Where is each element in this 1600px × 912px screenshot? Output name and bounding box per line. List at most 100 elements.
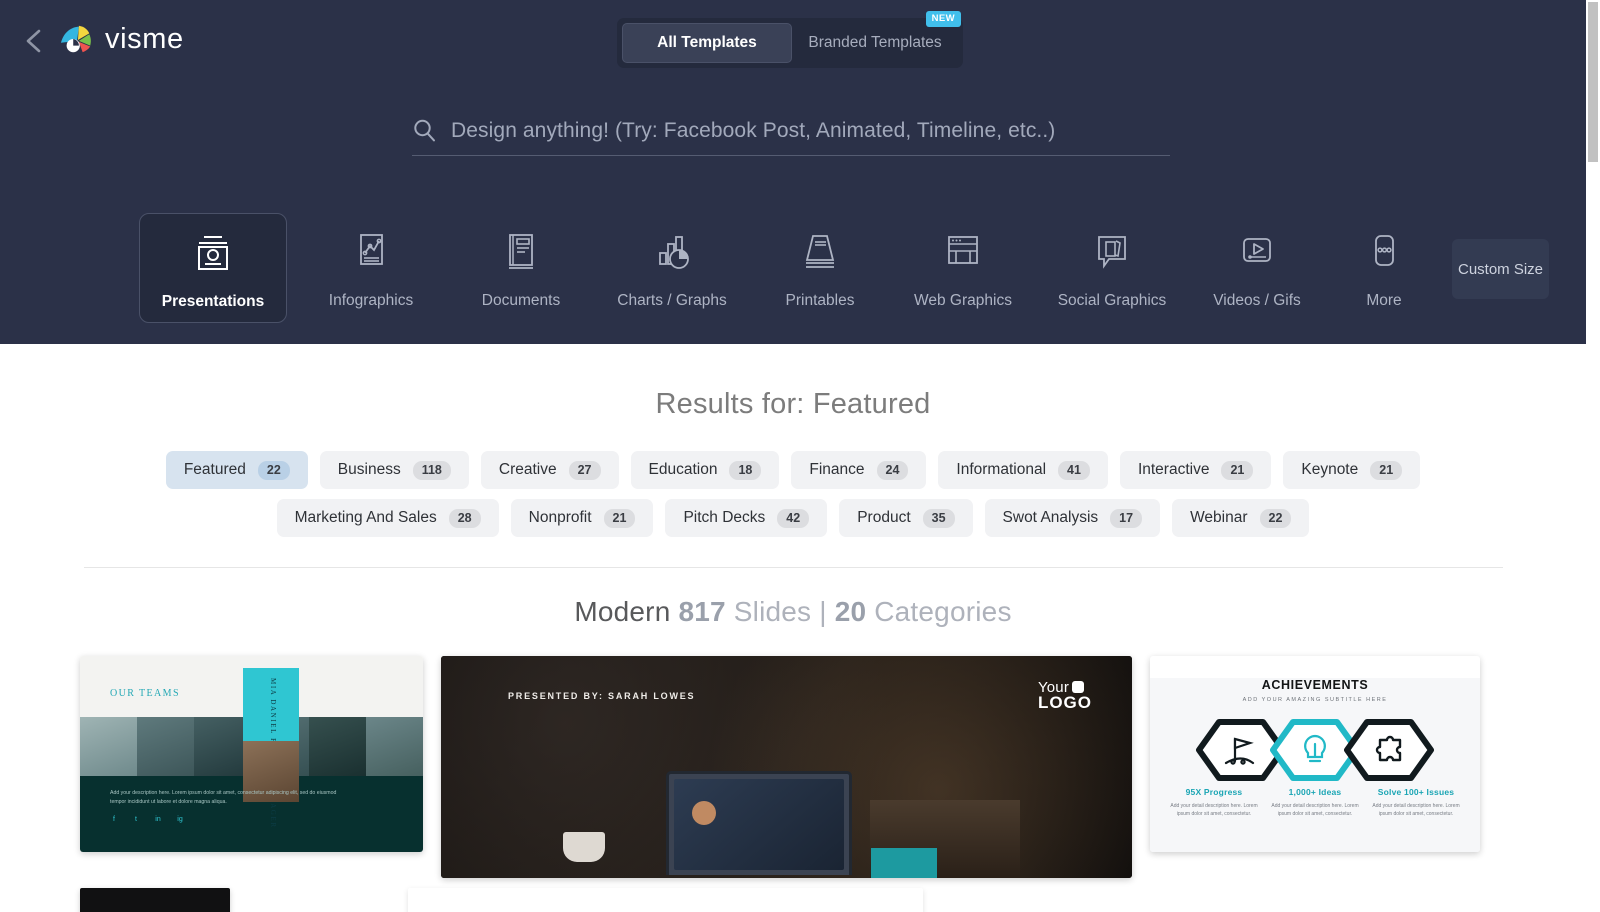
category-videos-gifs-label: Videos / Gifs [1213, 292, 1301, 309]
template-thumbnail-grid: OUR TEAMS MIA DANIEL PROJECT MANAGER [0, 656, 1586, 878]
social-icons-row: f t in ig [110, 816, 184, 824]
results-title: Results for: Featured [655, 388, 931, 420]
page-scrollbar-thumb[interactable] [1588, 2, 1598, 162]
infographic-chart-icon [346, 227, 396, 279]
template-card-presented-by[interactable]: PRESENTED BY: SARAH LOWES Your LOGO [441, 656, 1132, 878]
header-top-bar: visme All Templates Branded Templates NE… [0, 0, 1586, 84]
filter-chip-label: Education [648, 461, 718, 478]
team-photo [80, 717, 138, 776]
filter-chip-count: 21 [1221, 460, 1254, 480]
tab-all-templates-label: All Templates [657, 34, 757, 51]
category-web-graphics-label: Web Graphics [914, 292, 1012, 309]
back-arrow-icon[interactable] [22, 26, 46, 56]
achievements-subtitle: ADD YOUR AMAZING SUBTITLE HERE [1242, 697, 1388, 703]
category-documents[interactable]: Documents [447, 213, 595, 323]
filter-chip-marketing-and-sales[interactable]: Marketing And Sales 28 [276, 499, 499, 537]
category-presentations[interactable]: Presentations [139, 213, 287, 323]
category-infographics[interactable]: Infographics [297, 213, 445, 323]
filter-chip-count: 21 [1370, 460, 1403, 480]
filter-chip-creative[interactable]: Creative 27 [480, 451, 619, 489]
category-documents-label: Documents [481, 292, 561, 309]
filter-chip-label: Interactive [1137, 461, 1210, 478]
filter-chip-informational[interactable]: Informational 41 [938, 451, 1108, 489]
search-bar[interactable]: Design anything! (Try: Facebook Post, An… [412, 118, 1170, 156]
template-card-achievements[interactable]: ACHIEVEMENTS ADD YOUR AMAZING SUBTITLE H… [1150, 656, 1480, 852]
filter-chip-count: 35 [922, 508, 955, 528]
category-more[interactable]: More [1310, 213, 1458, 323]
template-grid-next-row [0, 888, 1586, 912]
category-social-graphics-label: Social Graphics [1057, 292, 1167, 309]
filter-chip-label: Marketing And Sales [294, 509, 437, 526]
filter-chip-count: 42 [777, 508, 810, 528]
achievement-item: Solve 100+ Issues Add your detail descri… [1368, 787, 1464, 818]
featured-member-accent: MIA DANIEL PROJECT MANAGER [243, 668, 299, 829]
our-teams-description: Add your description here. Lorem ipsum d… [110, 790, 337, 805]
template-card-partial[interactable] [408, 888, 923, 912]
printable-icon [795, 227, 845, 279]
twitter-icon: t [135, 816, 137, 823]
filter-chip-count: 18 [729, 460, 762, 480]
filter-chip-keynote[interactable]: Keynote 21 [1283, 451, 1421, 489]
instagram-icon: ig [177, 816, 183, 823]
template-mode-tabs: All Templates Branded Templates NEW [617, 11, 963, 68]
logo-square-icon [1072, 681, 1085, 693]
laptop-graphic [665, 771, 852, 876]
search-icon [412, 118, 437, 143]
filter-chip-pitch-decks[interactable]: Pitch Decks 42 [665, 499, 828, 537]
presentation-icon [188, 228, 238, 280]
filter-chip-label: Creative [498, 461, 557, 478]
laptop-screen [673, 779, 844, 871]
teal-accent-bar [871, 848, 937, 878]
video-play-icon [1232, 227, 1282, 279]
filter-chip-label: Webinar [1190, 509, 1248, 526]
section-categories-label: Categories [874, 596, 1012, 627]
filter-chip-finance[interactable]: Finance 24 [791, 451, 927, 489]
page-scrollbar[interactable] [1586, 0, 1600, 912]
filter-chip-product[interactable]: Product 35 [839, 499, 973, 537]
filter-chip-count: 28 [448, 508, 481, 528]
filter-chip-count: 24 [876, 460, 909, 480]
achievement-body: Add your detail description here. Lorem … [1372, 803, 1460, 817]
presented-by-thumbnail: PRESENTED BY: SARAH LOWES Your LOGO [441, 656, 1132, 878]
template-card-partial[interactable] [80, 888, 230, 912]
team-photo [137, 717, 195, 776]
facebook-icon: f [113, 816, 115, 823]
achievements-hex-row [1150, 717, 1480, 783]
filter-chip-label: Featured [183, 461, 246, 478]
filter-chip-business[interactable]: Business 118 [319, 451, 469, 489]
filter-chip-count: 22 [1259, 508, 1292, 528]
filter-chip-label: Keynote [1301, 461, 1359, 478]
filter-chip-count: 41 [1058, 460, 1090, 480]
filter-chip-interactive[interactable]: Interactive 21 [1119, 451, 1272, 489]
tab-all-templates[interactable]: All Templates [622, 23, 792, 63]
category-web-graphics[interactable]: Web Graphics [889, 213, 1037, 323]
achievement-body: Add your detail description here. Lorem … [1170, 803, 1258, 817]
logo-line-2: LOGO [1037, 693, 1092, 712]
achievement-title: 1,000+ Ideas [1288, 787, 1342, 797]
filter-chip-featured[interactable]: Featured 22 [165, 451, 308, 489]
section-slides-count: 817 [678, 596, 726, 627]
brand-logo-group[interactable]: visme [58, 22, 184, 56]
category-charts-graphs[interactable]: Charts / Graphs [598, 213, 746, 323]
document-icon [496, 227, 546, 279]
filter-chip-education[interactable]: Education 18 [630, 451, 780, 489]
filter-chip-swot-analysis[interactable]: Swot Analysis 17 [984, 499, 1161, 537]
new-badge: NEW [925, 11, 961, 27]
filter-chip-webinar[interactable]: Webinar 22 [1172, 499, 1310, 537]
filter-chip-label: Product [857, 509, 911, 526]
filter-chip-label: Business [337, 461, 401, 478]
browser-window-icon [938, 227, 988, 279]
category-videos-gifs[interactable]: Videos / Gifs [1183, 213, 1331, 323]
filter-chip-nonprofit[interactable]: Nonprofit 21 [510, 499, 654, 537]
category-more-label: More [1366, 292, 1402, 309]
template-card-our-teams[interactable]: OUR TEAMS MIA DANIEL PROJECT MANAGER [80, 656, 423, 852]
achievement-title: Solve 100+ Issues [1377, 787, 1455, 797]
tab-branded-templates[interactable]: Branded Templates [792, 23, 958, 63]
results-body: Results for: Featured Featured 22 Busine… [0, 344, 1586, 912]
category-social-graphics[interactable]: Social Graphics [1038, 213, 1186, 323]
brand-name: visme [105, 23, 184, 55]
achievements-thumbnail: ACHIEVEMENTS ADD YOUR AMAZING SUBTITLE H… [1150, 678, 1480, 852]
custom-size-button[interactable]: Custom Size [1452, 239, 1549, 299]
category-presentations-label: Presentations [161, 293, 265, 310]
category-printables[interactable]: Printables [746, 213, 894, 323]
